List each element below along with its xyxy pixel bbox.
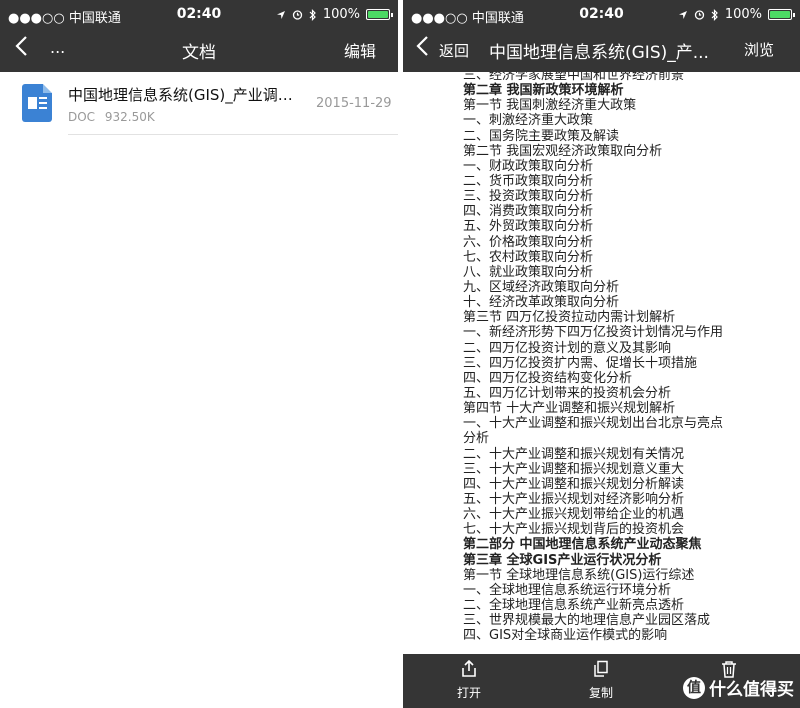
status-right: 100% <box>276 7 393 22</box>
file-size: 932.50K <box>104 110 155 124</box>
page-title: 文档 <box>182 43 216 63</box>
browse-button[interactable]: 浏览 <box>744 39 774 60</box>
location-icon <box>678 10 687 19</box>
document-text-line: 六、十大产业振兴规划带给企业的机遇 <box>463 507 685 523</box>
header-bar: ●●●○○ 中国联通 02:40 100% ... 文档 编辑 <box>0 0 398 72</box>
document-text-line: 七、农村政策取向分析 <box>463 249 594 265</box>
document-text-line: 二、四万亿投资计划的意义及其影响 <box>463 340 672 356</box>
bottom-toolbar: 打开 复制 值 什么值得买 <box>403 654 800 708</box>
document-text-line: 三、经济学家展望中国和世界经济前景 <box>463 72 685 83</box>
document-text-line: 第四节 十大产业调整和振兴规划解析 <box>463 401 676 417</box>
document-text-line: 四、十大产业调整和振兴规划分析解读 <box>463 476 685 492</box>
document-text-line: 一、财政政策取向分析 <box>463 158 594 174</box>
document-text-line: 五、十大产业振兴规划对经济影响分析 <box>463 491 685 507</box>
status-bar: ●●●○○ 中国联通 02:40 100% <box>0 4 398 26</box>
chevron-left-icon <box>416 36 428 56</box>
document-heading-line: 第二章 我国新政策环境解析 <box>463 83 624 99</box>
document-title: 中国地理信息系统(GIS)_产... <box>489 43 709 63</box>
document-text-line: 第一节 我国刺激经济重大政策 <box>463 98 637 114</box>
document-content[interactable]: 三、经济学家展望中国和世界经济前景 第二章 我国新政策环境解析 第一节 我国刺激经济… <box>403 72 800 654</box>
document-text-line: 九、区域经济政策取向分析 <box>463 279 620 295</box>
alarm-icon <box>694 10 704 20</box>
document-text-line: 四、消费政策取向分析 <box>463 204 594 220</box>
back-label[interactable]: 返回 <box>439 40 469 61</box>
file-name: 中国地理信息系统(GIS)_产业调研... <box>68 86 304 104</box>
document-text-line: 三、十大产业调整和振兴规划意义重大 <box>463 461 685 477</box>
document-text-line: 一、刺激经济重大政策 <box>463 113 594 129</box>
document-text-line: 一、新经济形势下四万亿投资计划情况与作用 <box>463 325 724 341</box>
status-right: 100% <box>678 7 795 22</box>
document-text-line: 第二节 我国宏观经济政策取向分析 <box>463 143 663 159</box>
copy-button[interactable]: 复制 <box>571 660 631 701</box>
back-button[interactable] <box>415 34 429 64</box>
battery-fill <box>770 11 790 18</box>
row-divider <box>68 134 398 135</box>
document-text-line: 第三节 四万亿投资拉动内需计划解析 <box>463 310 676 326</box>
document-heading-line: 第三章 全球GIS产业运行状况分析 <box>463 552 662 568</box>
alarm-icon <box>292 10 302 20</box>
document-text-line: 八、就业政策取向分析 <box>463 264 594 280</box>
header-bar: ●●●○○ 中国联通 02:40 100% 返回 中国地理信息系统(GIS)_产… <box>403 0 800 72</box>
document-text-line: 四、四万亿投资结构变化分析 <box>463 370 633 386</box>
file-type: DOC <box>68 110 96 124</box>
watermark: 值 什么值得买 <box>683 675 794 700</box>
document-text-line: 七、十大产业振兴规划背后的投资机会 <box>463 522 685 538</box>
bluetooth-icon <box>309 8 316 21</box>
bluetooth-icon <box>711 8 718 21</box>
document-text-line: 五、四万亿计划带来的投资机会分析 <box>463 385 672 401</box>
watermark-text: 什么值得买 <box>709 680 794 700</box>
edit-button[interactable]: 编辑 <box>344 38 376 62</box>
document-text-line: 二、国务院主要政策及解读 <box>463 128 620 144</box>
document-text-line: 分析 <box>463 431 490 447</box>
battery-fill <box>368 11 388 18</box>
document-text-line: 一、十大产业调整和振兴规划出台北京与亮点 <box>463 416 724 432</box>
nav-bar: 返回 中国地理信息系统(GIS)_产... 浏览 <box>403 30 800 70</box>
battery-icon <box>366 9 393 20</box>
file-list-screen: ●●●○○ 中国联通 02:40 100% ... 文档 编辑 中国地理信息系统… <box>0 0 398 708</box>
document-text-line: 二、全球地理信息系统产业新亮点透析 <box>463 597 685 613</box>
document-text-line: 三、四万亿投资扩内需、促增长十项措施 <box>463 355 698 371</box>
file-list-item[interactable]: 中国地理信息系统(GIS)_产业调研... DOC 932.50K 2015-1… <box>0 72 398 136</box>
document-viewer-screen: ●●●○○ 中国联通 02:40 100% 返回 中国地理信息系统(GIS)_产… <box>403 0 800 708</box>
file-meta: DOC 932.50K <box>68 110 155 124</box>
battery-percent: 100% <box>322 7 360 22</box>
document-heading-line: 第二部分 中国地理信息系统产业动态聚焦 <box>463 537 702 553</box>
share-icon <box>462 660 476 677</box>
document-text-line: 一、全球地理信息系统运行环境分析 <box>463 582 672 598</box>
battery-icon <box>768 9 795 20</box>
open-button[interactable]: 打开 <box>439 660 499 701</box>
document-text-line: 二、十大产业调整和振兴规划有关情况 <box>463 446 685 462</box>
document-text-line: 十、经济改革政策取向分析 <box>463 295 620 311</box>
document-text-line: 三、世界规模最大的地理信息产业园区落成 <box>463 613 711 629</box>
location-icon <box>276 10 285 19</box>
watermark-logo: 值 <box>683 676 705 699</box>
document-lines: 三、经济学家展望中国和世界经济前景 第二章 我国新政策环境解析 第一节 我国刺激经济… <box>463 72 793 643</box>
status-bar: ●●●○○ 中国联通 02:40 100% <box>403 4 800 26</box>
battery-percent: 100% <box>724 7 762 22</box>
copy-icon <box>594 660 608 677</box>
copy-label: 复制 <box>588 686 613 700</box>
open-label: 打开 <box>456 686 481 700</box>
document-text-line: 第一节 全球地理信息系统(GIS)运行综述 <box>463 567 695 583</box>
document-text-line: 六、价格政策取向分析 <box>463 234 594 250</box>
word-document-icon <box>22 84 52 122</box>
document-text-line: 五、外贸政策取向分析 <box>463 219 594 235</box>
document-text-line: 二、货币政策取向分析 <box>463 173 594 189</box>
nav-bar: ... 文档 编辑 <box>0 30 398 70</box>
document-text-line: 三、投资政策取向分析 <box>463 189 594 205</box>
document-text-line: 四、GIS对全球商业运作模式的影响 <box>463 628 668 644</box>
file-date: 2015-11-29 <box>316 96 392 111</box>
